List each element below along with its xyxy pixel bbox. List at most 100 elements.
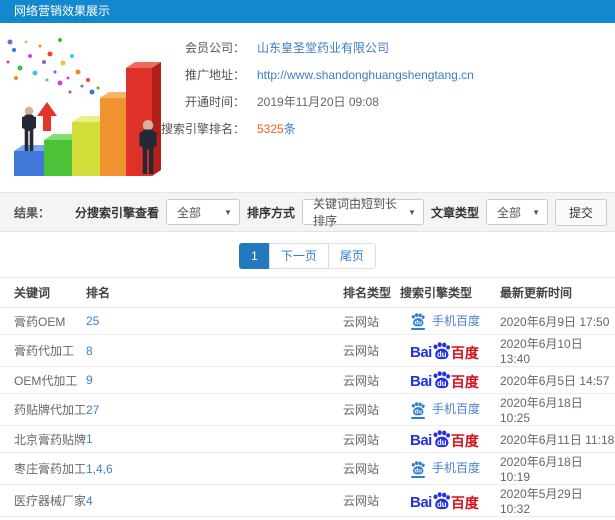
sort-select[interactable]: 关键词由短到长排序 ▼ [301, 197, 424, 228]
rank-cell: 25 [86, 307, 343, 335]
table-row: 枣庄膏药加工 1,4,6 云网站 du 手机百度 2020年6月18日 10:19 [0, 452, 615, 485]
baidu-logo-bai: Bai [410, 373, 432, 390]
keyword-cell: 膏药OEM [0, 307, 86, 335]
mobile-baidu-label: 手机百度 [432, 313, 481, 328]
rank-cell: 27 [86, 393, 343, 426]
article-select-value: 全部 [496, 205, 521, 220]
company-name-link[interactable]: 山东皇圣堂药业有限公司 [257, 39, 389, 56]
engine-cell: Bai du 百度 [400, 425, 500, 453]
table-row: 菏泽膏药厂家17云网站du手机百度2020年6月11日 11:40 [0, 516, 615, 520]
article-type-label: 文章类型 [430, 205, 479, 220]
header-rank: 排名 [86, 277, 343, 308]
engine-cell: Bai du 百度 [400, 366, 500, 394]
baidu-paw-icon: du [431, 430, 452, 448]
businessman-left [22, 106, 36, 151]
header-rank-type: 排名类型 [343, 277, 400, 308]
updated-cell: 2020年6月5日 14:57 [500, 366, 615, 394]
updated-cell: 2020年6月18日 10:19 [500, 452, 615, 485]
rank-link[interactable]: 1 [86, 432, 93, 446]
baidu-paw-icon: du [410, 313, 426, 331]
rank-cell: 9 [86, 366, 343, 394]
rank-link[interactable]: 9 [86, 373, 93, 387]
article-type-select[interactable]: 全部 ▼ [485, 199, 548, 225]
engine-cell: du 手机百度 [400, 393, 500, 426]
up-arrow-icon [37, 102, 57, 131]
engine-cell: Bai du 百度 [400, 334, 500, 367]
rank-type-cell: 云网站 [343, 516, 400, 520]
info-row-url: 推广地址： http://www.shandonghuangshengtang.… [60, 61, 474, 88]
baidu-paw-icon: du [431, 371, 452, 389]
page-title: 网络营销效果展示 [14, 4, 111, 18]
baidu-logo-bai: Bai [410, 432, 432, 449]
header-engine-type: 搜索引擎类型 [400, 277, 500, 308]
header-keyword: 关键词 [0, 277, 86, 308]
rank-link[interactable]: 8 [86, 344, 93, 358]
rank-cell: 8 [86, 334, 343, 367]
keyword-cell: 药贴牌代加工 [0, 393, 86, 426]
baidu-logo-cn: 百度 [450, 494, 479, 511]
rank-type-cell: 云网站 [343, 307, 400, 335]
rank-type-cell: 云网站 [343, 334, 400, 367]
result-label: 结果： [14, 205, 51, 220]
baidu-logo: Bai du 百度 [400, 491, 479, 511]
table-row: 膏药OEM 25 云网站 du 手机百度 2020年6月9日 17:50 [0, 307, 615, 335]
updated-cell: 2020年6月9日 17:50 [500, 307, 615, 335]
engine-cell: Bai du 百度 [400, 484, 500, 517]
baidu-logo: Bai du 百度 [400, 430, 479, 448]
promo-url-link[interactable]: http://www.shandonghuangshengtang.cn [257, 68, 474, 82]
updated-cell: 2020年6月18日 10:25 [500, 393, 615, 426]
promo-url-label: 推广地址： [184, 68, 245, 82]
chevron-down-icon: ▼ [224, 207, 232, 217]
table-row: 北京膏药贴牌 1 云网站 Bai du 百度 2020年6月11日 11:18 [0, 425, 615, 453]
rank-link[interactable]: 4 [86, 494, 93, 508]
table-row: 膏药代加工 8 云网站 Bai du 百度 2020年6月10日 13:40 [0, 334, 615, 367]
submit-button[interactable]: 提交 [554, 198, 607, 226]
next-page-button[interactable]: 下一页 [268, 243, 329, 269]
keyword-cell: 枣庄膏药加工 [0, 452, 86, 485]
keyword-cell: OEM代加工 [0, 366, 86, 394]
rank-cell: 4 [86, 484, 343, 517]
svg-text:du: du [437, 379, 447, 388]
baidu-paw-icon: du [431, 341, 452, 360]
rank-link[interactable]: 1,4,6 [86, 462, 113, 476]
info-row-open-time: 开通时间： 2019年11月20日 09:08 [60, 88, 474, 115]
updated-cell: 2020年5月29日 10:32 [500, 484, 615, 517]
rank-cell: 17 [86, 516, 343, 520]
engine-cell: du 手机百度 [400, 452, 500, 485]
rank-count-suffix[interactable]: 条 [284, 120, 296, 137]
mobile-baidu-label: 手机百度 [432, 402, 481, 417]
rank-type-cell: 云网站 [343, 452, 400, 485]
keyword-ranking-table: 关键词 排名 排名类型 搜索引擎类型 最新更新时间 膏药OEM 25 云网站 du 手机… [0, 277, 615, 520]
info-row-rank-count: 搜索引擎排名： 5325 条 [60, 115, 474, 142]
mobile-baidu-link[interactable]: du 手机百度 [400, 312, 481, 331]
keyword-cell: 北京膏药贴牌 [0, 425, 86, 453]
table-row: 药贴牌代加工 27 云网站 du 手机百度 2020年6月18日 10:25 [0, 393, 615, 426]
chevron-down-icon: ▼ [408, 207, 416, 217]
rank-count-label: 搜索引擎排名： [160, 122, 245, 136]
svg-text:du: du [415, 409, 423, 415]
last-page-button[interactable]: 尾页 [327, 243, 376, 269]
company-label: 会员公司： [184, 41, 245, 55]
rank-type-cell: 云网站 [343, 366, 400, 394]
filter-controls: 分搜索引擎查看 全部 ▼ 排序方式 关键词由短到长排序 ▼ 文章类型 全部 ▼ … [75, 197, 607, 228]
open-time-label: 开通时间： [184, 95, 245, 109]
baidu-logo: Bai du 百度 [400, 371, 479, 389]
updated-cell: 2020年6月11日 11:40 [500, 516, 615, 520]
header-updated: 最新更新时间 [500, 277, 615, 308]
mobile-baidu-link[interactable]: du 手机百度 [400, 400, 481, 419]
info-row-company: 会员公司： 山东皇圣堂药业有限公司 [60, 34, 474, 61]
table-row: 医疗器械厂家 4 云网站 Bai du 百度 2020年5月29日 10:32 [0, 484, 615, 517]
rank-cell: 1 [86, 425, 343, 453]
rank-type-cell: 云网站 [343, 425, 400, 453]
rank-link[interactable]: 27 [86, 403, 99, 417]
keyword-cell: 医疗器械厂家 [0, 484, 86, 517]
svg-text:du: du [437, 350, 447, 359]
page-number-current[interactable]: 1 [239, 243, 270, 269]
baidu-logo-cn: 百度 [450, 433, 479, 449]
engine-select[interactable]: 全部 ▼ [165, 199, 240, 225]
rank-link[interactable]: 25 [86, 314, 99, 328]
header-bar: 网络营销效果展示 [0, 0, 615, 23]
rank-cell: 1,4,6 [86, 452, 343, 485]
mobile-baidu-link[interactable]: du 手机百度 [400, 459, 480, 478]
rank-count-value: 5325 [257, 121, 284, 136]
